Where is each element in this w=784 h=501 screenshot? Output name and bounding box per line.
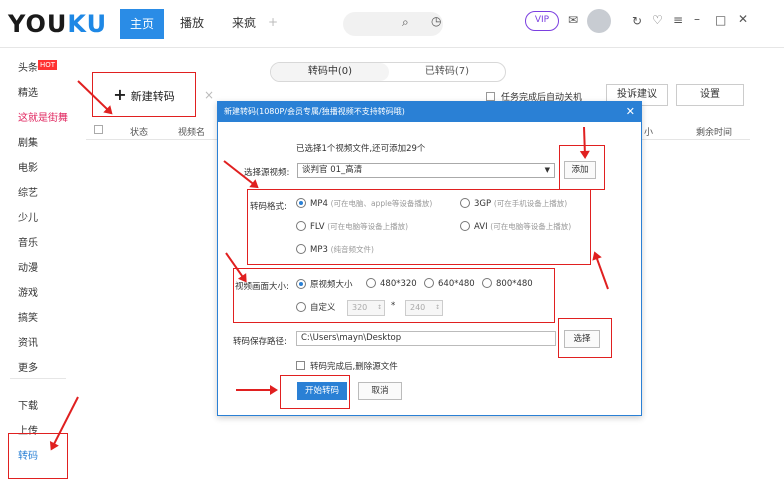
sidebar-item[interactable]: 资讯	[18, 334, 38, 349]
sidebar-item[interactable]: 少儿	[18, 209, 38, 224]
search-input[interactable]	[343, 12, 443, 36]
new-transcode-dialog: 新建转码(1080P/会员专属/独播视频不支持转码哦) ✕ 已选择1个视频文件,…	[217, 101, 642, 416]
choose-button[interactable]: 选择	[564, 330, 600, 348]
start-transcode-button[interactable]: 开始转码	[297, 382, 347, 400]
format-3gp-radio[interactable]: 3GP (可在手机设备上播放)	[460, 198, 567, 209]
settings-button[interactable]: 设置	[676, 84, 744, 106]
times-sign: *	[391, 301, 396, 311]
save-path-label: 转码保存路径:	[233, 337, 287, 347]
size-original-radio[interactable]: 原视频大小	[296, 278, 353, 290]
dialog-title: 新建转码(1080P/会员专属/独播视频不支持转码哦)	[218, 102, 641, 122]
custom-height-stepper[interactable]: 240 ↕	[405, 300, 443, 316]
size-800x480-radio[interactable]: 800*480	[482, 278, 533, 289]
annotation-arrow	[236, 385, 278, 395]
column-remaining: 剩余时间	[696, 128, 733, 138]
stepper-arrows-icon: ↕	[376, 304, 382, 311]
vip-badge[interactable]: VIP	[525, 11, 559, 31]
tab-transcoding[interactable]: 转码中(0)	[271, 63, 389, 81]
sidebar-item[interactable]: 头条	[18, 59, 38, 74]
search-icon[interactable]: ⌕	[402, 15, 409, 30]
sidebar-item[interactable]: 游戏	[18, 284, 38, 299]
source-video-select[interactable]: 谈判官 01_高清 ▼	[297, 163, 555, 178]
close-icon[interactable]: ✕	[738, 12, 748, 26]
cancel-button[interactable]: 取消	[358, 382, 402, 400]
sidebar-item[interactable]: 更多	[18, 359, 38, 374]
menu-icon[interactable]: ≡	[673, 13, 683, 27]
refresh-icon[interactable]: ↻	[632, 14, 642, 28]
size-640x480-radio[interactable]: 640*480	[424, 278, 475, 289]
format-label: 转码格式:	[250, 202, 287, 212]
column-size: 小	[644, 128, 654, 138]
plus-icon: +	[113, 85, 127, 104]
format-mp3-radio[interactable]: MP3 (纯音频文件)	[296, 244, 374, 255]
save-path-input[interactable]: C:\Users\mayn\Desktop	[296, 331, 556, 346]
transcode-tabs: 转码中(0) 已转码(7)	[270, 62, 506, 82]
sidebar-item[interactable]: 精选	[18, 84, 38, 99]
nav-play-tab[interactable]: 播放	[180, 14, 204, 31]
chevron-down-icon: ▼	[544, 166, 550, 174]
youku-logo[interactable]: YOUKU	[8, 10, 107, 38]
stepper-arrows-icon: ↕	[434, 304, 440, 311]
add-button[interactable]: 添加	[564, 161, 596, 179]
size-480x320-radio[interactable]: 480*320	[366, 278, 417, 289]
plus-icon[interactable]: +	[268, 15, 278, 29]
sidebar-item[interactable]: 音乐	[18, 234, 38, 249]
select-all-checkbox[interactable]	[94, 125, 103, 134]
highlight-box-transcode	[8, 433, 68, 479]
avatar[interactable]	[587, 9, 611, 33]
maximize-icon[interactable]: □	[715, 13, 726, 27]
skin-icon[interactable]: ♡	[652, 13, 663, 27]
source-label: 选择源视频:	[244, 168, 290, 178]
size-custom-radio[interactable]: 自定义	[296, 301, 336, 313]
column-status: 状态	[130, 128, 149, 138]
tab-transcoded[interactable]: 已转码(7)	[389, 63, 505, 81]
sidebar-item[interactable]: 这就是街舞	[18, 109, 68, 124]
minimize-icon[interactable]: –	[694, 12, 700, 26]
sidebar-item[interactable]: 综艺	[18, 184, 38, 199]
delete-source-checkbox[interactable]: 转码完成后,删除源文件	[296, 360, 398, 372]
format-flv-radio[interactable]: FLV (可在电脑等设备上播放)	[296, 221, 408, 232]
sidebar-item[interactable]: 剧集	[18, 134, 38, 149]
selection-info: 已选择1个视频文件,还可添加29个	[296, 144, 426, 154]
hot-badge: HOT	[38, 60, 58, 70]
format-mp4-radio[interactable]: MP4 (可在电脑、apple等设备播放)	[296, 198, 432, 209]
column-name: 视频名	[178, 128, 206, 138]
mail-icon[interactable]: ✉	[568, 13, 578, 27]
format-avi-radio[interactable]: AVI (可在电脑等设备上播放)	[460, 221, 571, 232]
history-clock-icon[interactable]: ◷	[431, 14, 441, 28]
sidebar-item-download[interactable]: 下载	[18, 397, 38, 412]
close-icon[interactable]: ×	[204, 88, 214, 102]
highlight-box-size	[233, 268, 555, 323]
dialog-close-icon[interactable]: ✕	[626, 102, 635, 122]
nav-home-tab[interactable]: 主页	[120, 9, 164, 39]
sidebar-item[interactable]: 搞笑	[18, 309, 38, 324]
sidebar-item[interactable]: 电影	[18, 159, 38, 174]
sidebar-item[interactable]: 动漫	[18, 259, 38, 274]
sidebar-divider	[10, 378, 66, 379]
nav-laifeng-tab[interactable]: 来疯	[232, 14, 256, 31]
custom-width-stepper[interactable]: 320 ↕	[347, 300, 385, 316]
